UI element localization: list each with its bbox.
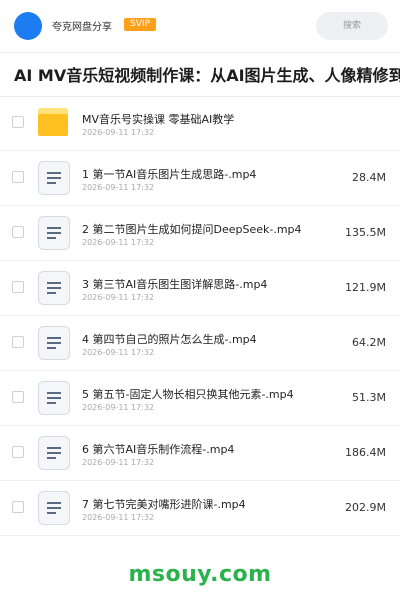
file-list-item[interactable]: 5 第五节-固定人物长相只换其他元素-.mp4 2026-09-11 17:32… [0,371,400,426]
share-page: 夸克网盘分享 SVIP 搜索 AI MV音乐短视频制作课：从AI图片生成、人像精… [0,0,400,600]
select-checkbox[interactable] [12,336,24,348]
file-name[interactable]: MV音乐号实操课 零基础AI教学 [82,111,234,127]
search-input[interactable]: 搜索 [316,12,388,40]
file-icon [38,436,70,470]
select-checkbox[interactable] [12,501,24,513]
file-date: 2026-09-11 17:32 [82,458,155,467]
file-date: 2026-09-11 17:32 [82,403,155,412]
file-list-item[interactable]: 2 第二节图片生成如何提问DeepSeek-.mp4 2026-09-11 17… [0,206,400,261]
file-list-item[interactable]: 7 第七节完美对嘴形进阶课-.mp4 2026-09-11 17:32 202.… [0,481,400,536]
file-icon [38,271,70,305]
file-date: 2026-09-11 17:32 [82,128,155,137]
file-size: 28.4M [352,171,386,184]
svip-badge: SVIP [124,18,156,31]
file-icon [38,491,70,525]
file-size: 202.9M [345,501,386,514]
file-icon [38,381,70,415]
owner-name: 夸克网盘分享 [52,22,112,33]
select-checkbox[interactable] [12,281,24,293]
file-list-item[interactable]: 4 第四节自己的照片怎么生成-.mp4 2026-09-11 17:32 64.… [0,316,400,371]
file-name[interactable]: 2 第二节图片生成如何提问DeepSeek-.mp4 [82,221,302,237]
file-name[interactable]: 7 第七节完美对嘴形进阶课-.mp4 [82,496,246,512]
header-divider [0,52,400,53]
file-list-item[interactable]: MV音乐号实操课 零基础AI教学 2026-09-11 17:32 [0,96,400,151]
file-list-item[interactable]: 1 第一节AI音乐图片生成思路-.mp4 2026-09-11 17:32 28… [0,151,400,206]
file-date: 2026-09-11 17:32 [82,293,155,302]
file-icon [38,216,70,250]
file-list-item[interactable]: 3 第三节AI音乐图生图详解思路-.mp4 2026-09-11 17:32 1… [0,261,400,316]
file-size: 51.3M [352,391,386,404]
file-icon [38,326,70,360]
select-checkbox[interactable] [12,171,24,183]
file-name[interactable]: 3 第三节AI音乐图生图详解思路-.mp4 [82,276,267,292]
select-checkbox[interactable] [12,226,24,238]
header-bar: 夸克网盘分享 SVIP 搜索 [0,0,400,52]
watermark-text: msouy.com [128,562,272,587]
file-name[interactable]: 5 第五节-固定人物长相只换其他元素-.mp4 [82,386,294,402]
file-size: 64.2M [352,336,386,349]
file-date: 2026-09-11 17:32 [82,513,155,522]
file-name[interactable]: 6 第六节AI音乐制作流程-.mp4 [82,441,234,457]
avatar[interactable] [14,12,42,40]
select-checkbox[interactable] [12,116,24,128]
select-checkbox[interactable] [12,391,24,403]
file-date: 2026-09-11 17:32 [82,348,155,357]
file-icon [38,161,70,195]
folder-icon [38,106,70,140]
select-checkbox[interactable] [12,446,24,458]
file-date: 2026-09-11 17:32 [82,238,155,247]
file-name[interactable]: 4 第四节自己的照片怎么生成-.mp4 [82,331,257,347]
file-size: 135.5M [345,226,386,239]
file-size: 121.9M [345,281,386,294]
share-title: AI MV音乐短视频制作课：从AI图片生成、人像精修到导演 [14,66,400,85]
file-list-item[interactable]: 6 第六节AI音乐制作流程-.mp4 2026-09-11 17:32 186.… [0,426,400,481]
file-list: MV音乐号实操课 零基础AI教学 2026-09-11 17:32 1 第一节A… [0,96,400,536]
file-date: 2026-09-11 17:32 [82,183,155,192]
file-size: 186.4M [345,446,386,459]
file-name[interactable]: 1 第一节AI音乐图片生成思路-.mp4 [82,166,256,182]
